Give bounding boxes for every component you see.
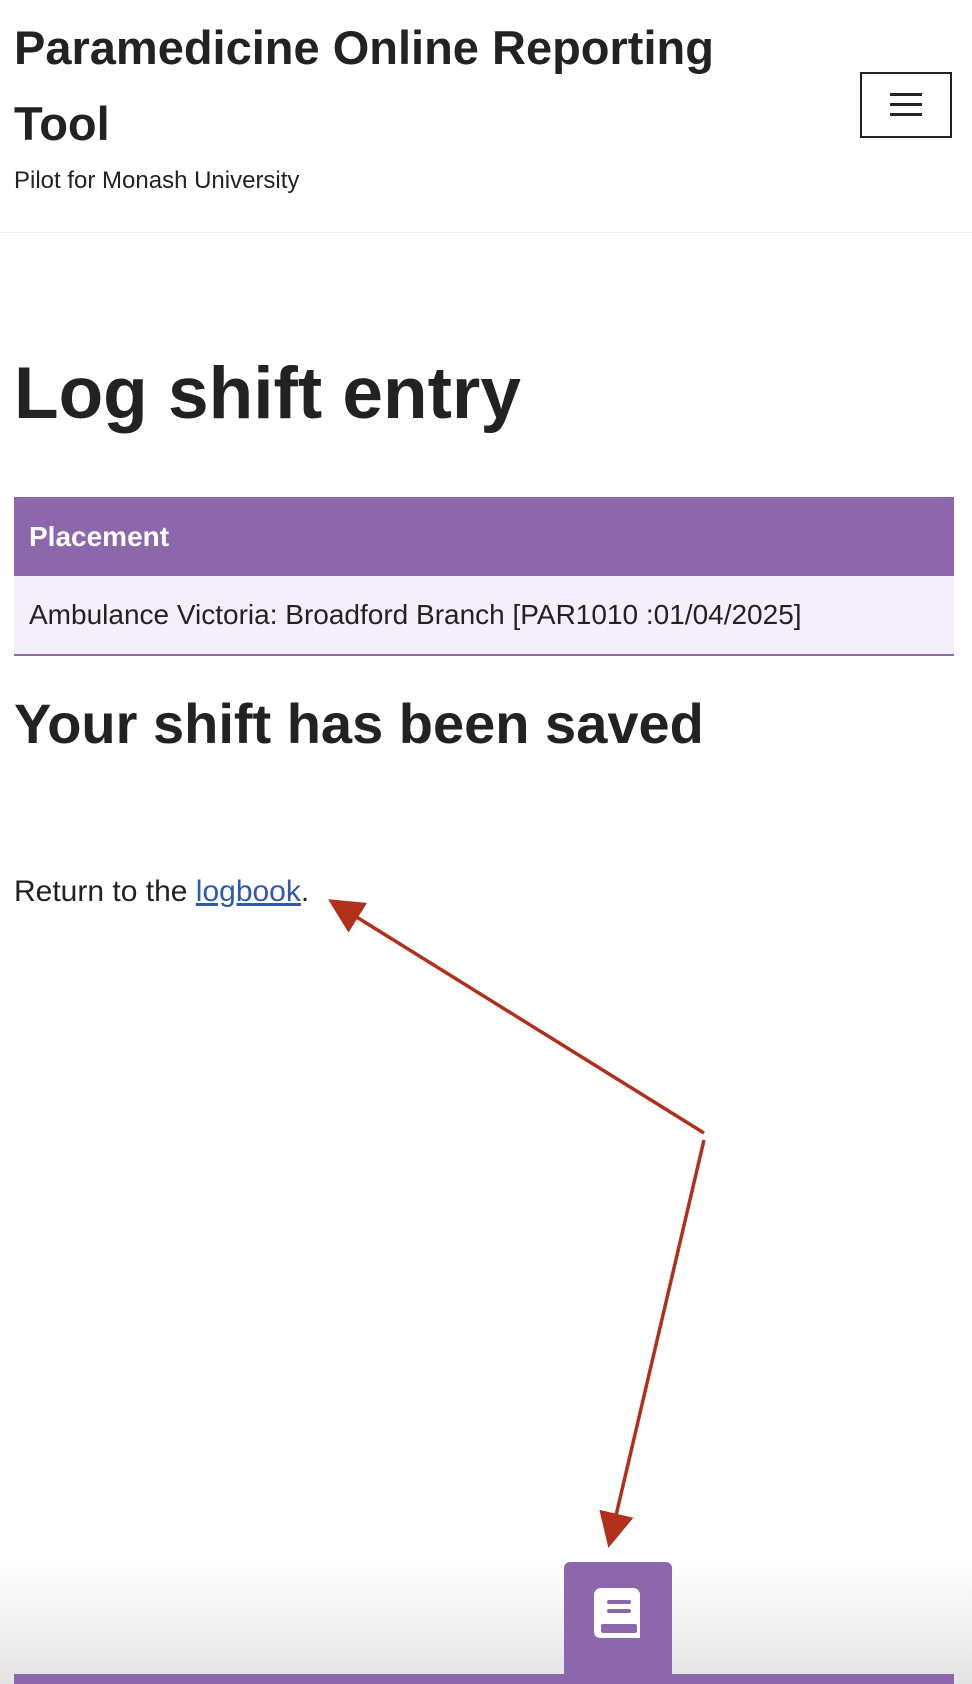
bottom-fade xyxy=(0,1560,972,1684)
table-header-row: Placement xyxy=(14,497,954,576)
logbook-link[interactable]: logbook xyxy=(196,875,301,908)
return-prefix: Return to the xyxy=(14,875,196,908)
book-icon xyxy=(594,1588,640,1638)
table-row: Ambulance Victoria: Broadford Branch [PA… xyxy=(14,576,954,656)
annotation-arrow-to-logbook-button xyxy=(599,1139,706,1548)
bottom-navigation-bar xyxy=(14,1674,954,1684)
logbook-nav-button[interactable] xyxy=(564,1562,672,1684)
placement-table: Placement Ambulance Victoria: Broadford … xyxy=(14,497,954,656)
placement-value: Ambulance Victoria: Broadford Branch [PA… xyxy=(14,576,954,656)
saved-confirmation-heading: Your shift has been saved xyxy=(14,692,704,755)
annotation-arrows xyxy=(328,899,706,1548)
menu-button[interactable] xyxy=(860,72,952,138)
placement-column-header: Placement xyxy=(14,497,954,576)
page-title: Log shift entry xyxy=(14,353,521,434)
site-header: Paramedicine Online Reporting Tool Pilot… xyxy=(0,0,972,233)
annotation-arrow-to-link xyxy=(328,899,705,1135)
page: Paramedicine Online Reporting Tool Pilot… xyxy=(0,0,972,1684)
site-title[interactable]: Paramedicine Online Reporting Tool xyxy=(14,10,774,162)
return-suffix: . xyxy=(300,875,310,908)
hamburger-menu-icon xyxy=(890,93,922,117)
return-message: Return to the logbook. xyxy=(14,872,309,912)
site-tagline: Pilot for Monash University xyxy=(14,167,300,194)
